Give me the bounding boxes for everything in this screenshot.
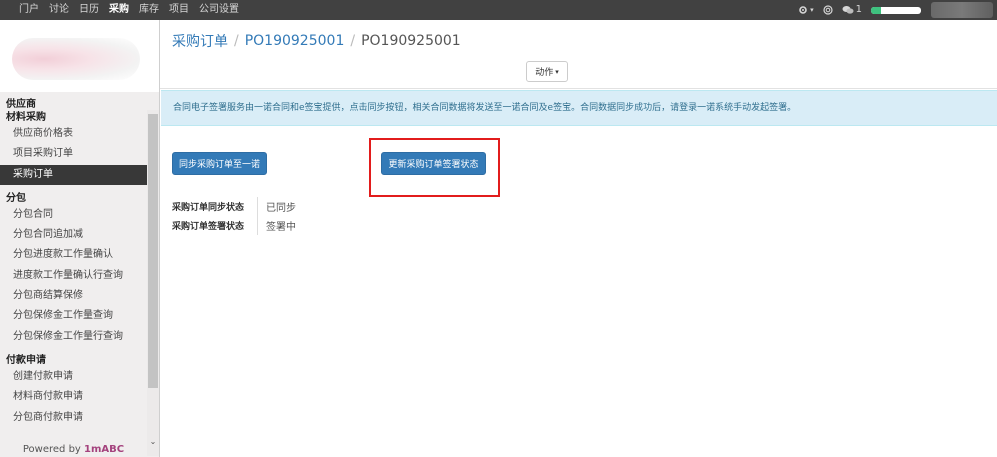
scrollbar-thumb[interactable] <box>148 114 158 388</box>
top-nav-item[interactable]: 门户 <box>14 0 44 20</box>
progress-bar <box>871 6 921 14</box>
breadcrumb: 采购订单 / PO190925001 / PO190925001 <box>172 31 461 51</box>
sync-status-row: 采购订单同步状态 已同步 <box>172 197 296 216</box>
sidebar-item[interactable]: 分包保修金工作量行查询 <box>0 327 147 347</box>
info-alert: 合同电子签署服务由一诺合同和e签宝提供，点击同步按钮，相关合同数据将发送至一诺合… <box>161 90 997 126</box>
header-divider <box>160 88 997 89</box>
breadcrumb-separator: / <box>234 33 239 49</box>
top-nav-menu: 门户 讨论 日历 采购 库存 项目 公司设置 <box>14 0 244 20</box>
powered-by: Powered by 1mABC <box>0 443 147 457</box>
sidebar-menu: 供应商材料采购 供应商价格表 项目采购订单 采购订单分包 分包合同 分包合同追加减 分包进度… <box>0 98 147 428</box>
gear-icon <box>799 6 807 14</box>
sidebar-item[interactable]: 采购订单 <box>0 164 147 185</box>
top-nav-item[interactable]: 讨论 <box>44 0 74 20</box>
sidebar-section-header: 材料采购 <box>6 112 46 123</box>
sync-status-value: 已同步 <box>266 203 296 214</box>
sidebar-section-header: 供应商 <box>6 99 36 110</box>
top-right-tools: ▾ 1 <box>798 0 997 20</box>
sidebar-item[interactable]: 分包合同追加减 <box>0 225 147 245</box>
sidebar-item[interactable]: 分包进度款工作量确认 <box>0 245 147 265</box>
sign-status-label: 采购订单签署状态 <box>172 222 245 232</box>
sign-status-row: 采购订单签署状态 签署中 <box>172 216 296 235</box>
sidebar-item[interactable]: 分包商结算保修 <box>0 286 147 306</box>
powered-by-brand[interactable]: 1mABC <box>84 444 124 455</box>
action-dropdown-button[interactable]: 动作 ▾ <box>526 61 568 82</box>
highlight-box <box>369 138 500 197</box>
company-logo[interactable] <box>0 20 159 92</box>
lifebuoy-icon <box>823 5 833 15</box>
sidebar-item[interactable]: 分包保修金工作量查询 <box>0 306 147 326</box>
scroll-down-arrow-icon[interactable]: ⌄ <box>147 437 159 446</box>
sidebar-item[interactable]: 分包商付款申请 <box>0 408 147 428</box>
help-button[interactable] <box>823 5 833 15</box>
breadcrumb-purchase-orders[interactable]: 采购订单 <box>172 31 228 51</box>
sync-status-label: 采购订单同步状态 <box>172 203 245 213</box>
top-nav-item[interactable]: 日历 <box>74 0 104 20</box>
user-menu-avatar[interactable] <box>931 2 993 18</box>
sidebar-scrollbar[interactable]: ⌄ <box>147 110 159 456</box>
top-nav-item[interactable]: 公司设置 <box>194 0 244 20</box>
sync-order-button[interactable]: 同步采购订单至一诺 <box>172 152 267 175</box>
breadcrumb-current: PO190925001 <box>361 33 461 49</box>
status-table: 采购订单同步状态 已同步 采购订单签署状态 签署中 <box>172 197 296 235</box>
chevron-down-icon: ▾ <box>555 67 559 76</box>
messages-button[interactable]: 1 <box>842 0 862 20</box>
breadcrumb-separator: / <box>350 33 356 49</box>
chat-count: 1 <box>855 4 862 15</box>
progress-fill <box>871 6 881 14</box>
logo-image <box>12 38 140 80</box>
sidebar-item[interactable]: 创建付款申请 <box>0 367 147 387</box>
action-button-label: 动作 <box>535 68 554 78</box>
top-navbar: 门户 讨论 日历 采购 库存 项目 公司设置 ▾ 1 <box>0 0 997 20</box>
sidebar-item[interactable]: 供应商价格表 <box>0 124 147 144</box>
sidebar-item[interactable]: 进度款工作量确认行查询 <box>0 266 147 286</box>
sidebar-section-header: 分包 <box>6 192 26 204</box>
status-separator <box>257 216 258 235</box>
chevron-down-icon: ▾ <box>810 6 814 14</box>
top-nav-item[interactable]: 采购 <box>104 0 134 20</box>
breadcrumb-po-link[interactable]: PO190925001 <box>245 33 345 49</box>
top-nav-item[interactable]: 项目 <box>164 0 194 20</box>
chat-icon <box>842 6 854 14</box>
status-separator <box>257 197 258 216</box>
sidebar-section-header: 付款申请 <box>6 354 46 366</box>
sidebar-item[interactable]: 分包合同 <box>0 205 147 225</box>
top-nav-item[interactable]: 库存 <box>134 0 164 20</box>
sidebar-item[interactable]: 材料商付款申请 <box>0 387 147 407</box>
settings-dropdown[interactable]: ▾ <box>798 0 814 20</box>
sidebar-item[interactable]: 项目采购订单 <box>0 144 147 164</box>
sign-status-value: 签署中 <box>266 222 296 233</box>
sidebar: 供应商材料采购 供应商价格表 项目采购订单 采购订单分包 分包合同 分包合同追加减 分包进度… <box>0 20 160 457</box>
powered-by-text: Powered by <box>22 444 81 455</box>
